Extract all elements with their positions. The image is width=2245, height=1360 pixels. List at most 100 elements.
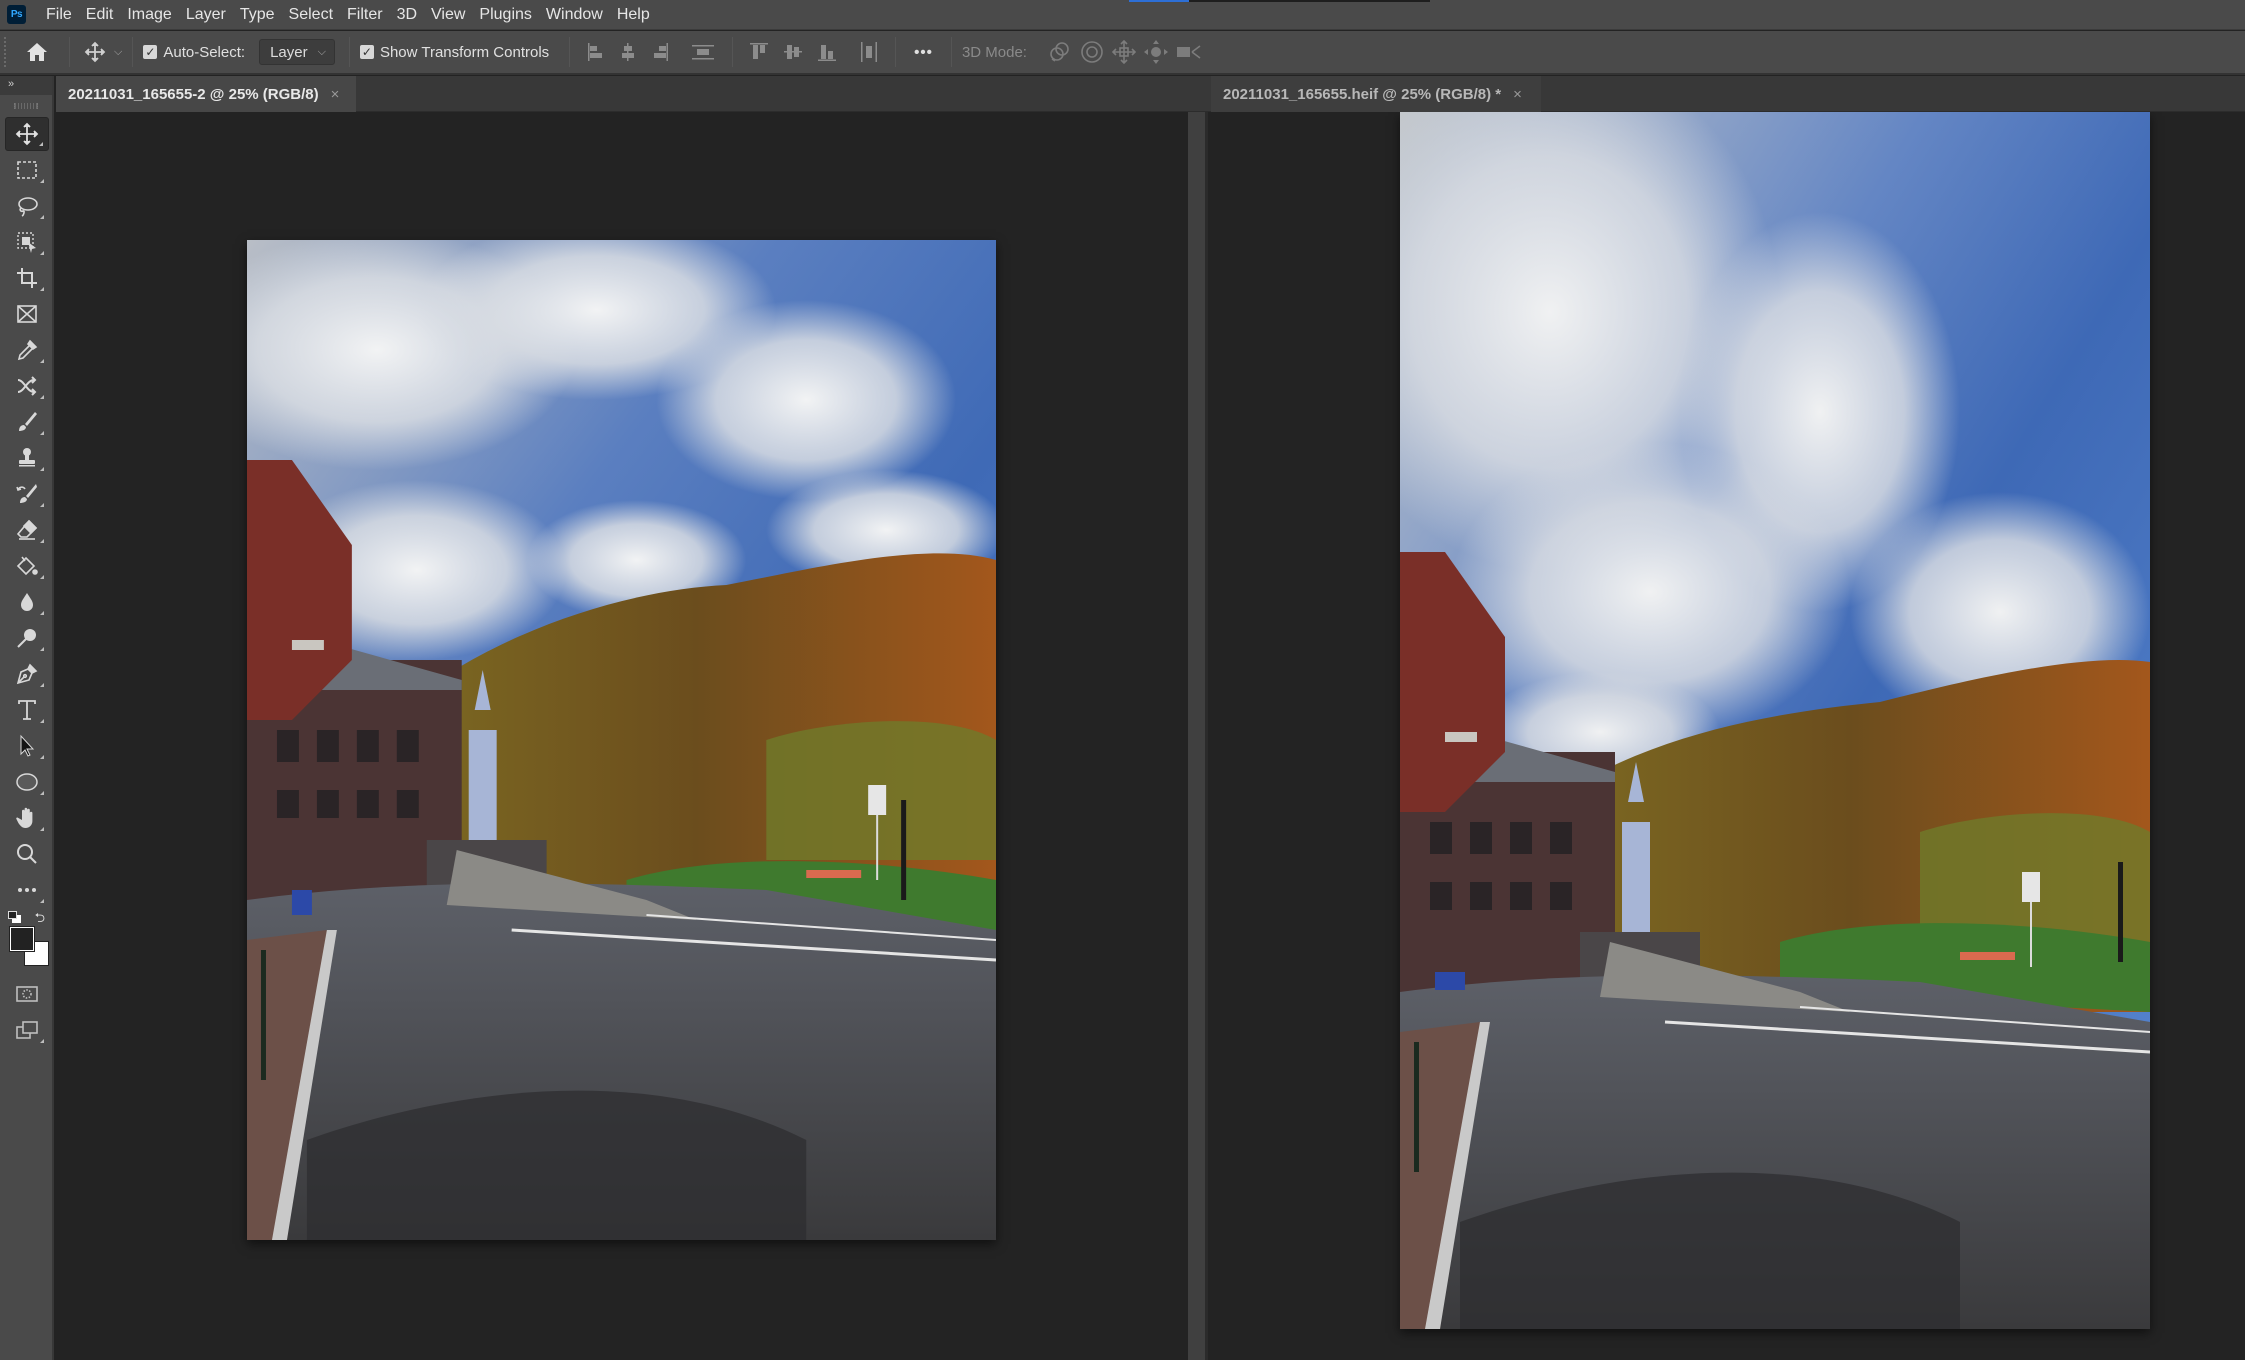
menu-view[interactable]: View: [425, 0, 473, 30]
object-selection-tool[interactable]: [5, 225, 49, 259]
separator: [348, 37, 350, 67]
move-icon: [84, 41, 106, 63]
default-colors-icon[interactable]: [8, 911, 22, 923]
edit-toolbar-button[interactable]: [5, 873, 49, 907]
close-tab-icon[interactable]: ×: [1513, 86, 1522, 103]
photoshop-window: Ps File Edit Image Layer Type Select Fil…: [0, 0, 2245, 1360]
show-transform-controls-checkbox[interactable]: ✓: [359, 45, 374, 59]
content-aware-move-tool[interactable]: [5, 369, 49, 403]
color-swatches: ⮌: [5, 909, 49, 971]
close-tab-icon[interactable]: ×: [331, 86, 340, 103]
distribute-horizontal-icon[interactable]: [857, 40, 881, 64]
zoom-tool[interactable]: [5, 837, 49, 871]
align-left-edges-icon[interactable]: [584, 40, 608, 64]
menu-layer[interactable]: Layer: [180, 0, 234, 30]
frame-tool[interactable]: [5, 297, 49, 331]
document-image-right[interactable]: [1400, 112, 2150, 1329]
ellipse-tool[interactable]: [5, 765, 49, 799]
marquee-icon: [17, 161, 37, 179]
distribute-vertical-icon[interactable]: [690, 40, 716, 64]
menu-filter[interactable]: Filter: [341, 0, 391, 30]
screen-mode-button[interactable]: [5, 1013, 49, 1047]
options-bar-grip[interactable]: [4, 37, 7, 67]
foreground-color-swatch[interactable]: [9, 926, 35, 952]
crop-tool[interactable]: [5, 261, 49, 295]
align-horizontal-centers-icon[interactable]: [616, 40, 640, 64]
canvas-left[interactable]: [56, 112, 1188, 1360]
auto-select-checkbox[interactable]: ✓: [143, 45, 158, 59]
lasso-icon: [18, 197, 38, 217]
document-image-left[interactable]: [247, 240, 996, 1240]
blur-tool[interactable]: [5, 585, 49, 619]
separator: [69, 37, 70, 67]
tools-panel: » ⮌: [0, 76, 54, 1360]
hand-icon: [16, 807, 33, 828]
menu-window[interactable]: Window: [540, 0, 611, 30]
chevron-down-icon: ⌵: [317, 45, 326, 58]
auto-select-target-dropdown[interactable]: Layer ⌵: [259, 39, 335, 65]
menu-select[interactable]: Select: [283, 0, 341, 30]
orbit-3d-icon[interactable]: [1047, 39, 1073, 65]
swap-colors-icon[interactable]: ⮌: [35, 909, 45, 931]
clone-stamp-tool[interactable]: [5, 441, 49, 475]
home-icon: [27, 43, 47, 61]
photoshop-logo: Ps: [7, 5, 26, 24]
brush-tool[interactable]: [5, 405, 49, 439]
content-aware-move-icon: [17, 376, 37, 396]
align-right-edges-icon[interactable]: [648, 40, 672, 64]
rectangular-marquee-tool[interactable]: [5, 153, 49, 187]
options-bar: ⌵ ✓ Auto-Select: Layer ⌵ ✓ Show Transfor…: [0, 31, 2245, 75]
lasso-tool[interactable]: [5, 189, 49, 223]
menu-edit[interactable]: Edit: [80, 0, 122, 30]
path-selection-tool[interactable]: [5, 729, 49, 763]
ellipse-icon: [16, 773, 38, 791]
activity-progress-fill: [1129, 0, 1190, 2]
3d-mode-label: 3D Mode:: [961, 43, 1027, 61]
eyedropper-tool[interactable]: [5, 333, 49, 367]
align-vertical-centers-icon[interactable]: [781, 40, 805, 64]
menu-plugins[interactable]: Plugins: [473, 0, 539, 30]
menu-file[interactable]: File: [40, 0, 80, 30]
menu-type[interactable]: Type: [234, 0, 283, 30]
menu-help[interactable]: Help: [611, 0, 658, 30]
slide-3d-icon[interactable]: [1143, 39, 1169, 65]
move-tool-preset-button[interactable]: [80, 35, 110, 69]
menu-3d[interactable]: 3D: [391, 0, 425, 30]
vertical-scrollbar-left[interactable]: [1188, 112, 1208, 1360]
more-options-button[interactable]: •••: [914, 44, 933, 61]
align-bottom-edges-icon[interactable]: [815, 40, 839, 64]
pen-tool[interactable]: [5, 657, 49, 691]
separator: [569, 37, 571, 67]
dodge-tool[interactable]: [5, 621, 49, 655]
roll-3d-icon[interactable]: [1079, 39, 1105, 65]
quick-mask-mode-button[interactable]: [5, 977, 49, 1011]
separator: [732, 37, 734, 67]
menu-image[interactable]: Image: [121, 0, 179, 30]
move-tool[interactable]: [5, 117, 49, 151]
pan-3d-icon[interactable]: [1111, 39, 1137, 65]
paint-bucket-icon: [16, 556, 38, 576]
magnifier-icon: [17, 844, 37, 864]
screen-mode-icon: [16, 1021, 38, 1039]
auto-select-target-value: Layer: [270, 43, 308, 61]
eraser-tool[interactable]: [5, 513, 49, 547]
home-button[interactable]: [15, 35, 59, 69]
document-tab-active[interactable]: 20211031_165655-2 @ 25% (RGB/8) ×: [56, 76, 356, 112]
collapse-panel-button[interactable]: »: [0, 76, 52, 95]
paint-bucket-tool[interactable]: [5, 549, 49, 583]
photo-street-scene: [247, 240, 996, 1240]
frame-icon: [17, 305, 37, 323]
canvas-right[interactable]: [1211, 112, 2245, 1360]
document-tab-inactive[interactable]: 20211031_165655.heif @ 25% (RGB/8) * ×: [1211, 76, 1541, 112]
scale-camera-3d-icon[interactable]: [1175, 39, 1203, 65]
eraser-icon: [16, 519, 38, 540]
tools-panel-grip[interactable]: [0, 95, 52, 117]
hand-tool[interactable]: [5, 801, 49, 835]
separator: [950, 37, 952, 67]
align-top-edges-icon[interactable]: [747, 40, 771, 64]
photo-street-scene: [1400, 112, 2150, 1329]
type-tool[interactable]: [5, 693, 49, 727]
chevron-down-icon[interactable]: ⌵: [114, 46, 122, 59]
history-brush-tool[interactable]: [5, 477, 49, 511]
type-icon: [18, 700, 36, 720]
